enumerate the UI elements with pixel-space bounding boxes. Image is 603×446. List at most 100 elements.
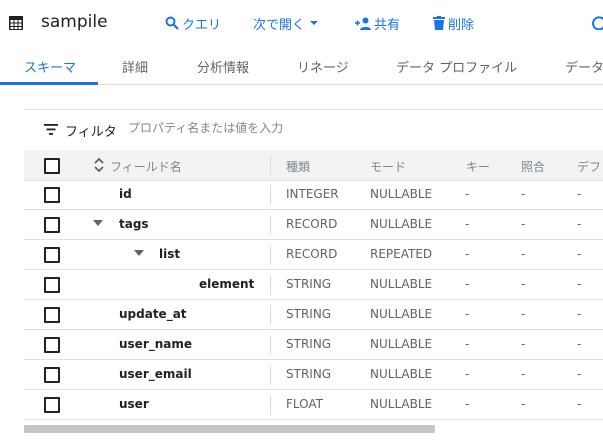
field-type: STRING: [286, 307, 332, 321]
column-header-field-name[interactable]: フィールド名: [110, 158, 182, 175]
field-type: FLOAT: [286, 397, 324, 411]
tab-data-quality[interactable]: データ: [565, 57, 603, 76]
field-mode: NULLABLE: [370, 397, 433, 411]
share-button[interactable]: 共有: [355, 14, 401, 33]
table-row: element STRING NULLABLE - - -: [24, 270, 603, 300]
field-name: update_at: [119, 307, 187, 321]
open-in-button-label: 次で開く: [253, 17, 306, 33]
table-row: user FLOAT NULLABLE - - -: [24, 390, 603, 420]
field-mode: NULLABLE: [370, 307, 433, 321]
query-button-label: クエリ: [182, 17, 222, 33]
section-divider: [24, 109, 603, 110]
field-name: user_name: [119, 337, 193, 351]
field-type: RECORD: [286, 247, 338, 261]
field-type: RECORD: [286, 217, 338, 231]
field-default: -: [577, 187, 582, 201]
sort-icon[interactable]: [94, 157, 104, 173]
horizontal-scrollbar[interactable]: [24, 425, 435, 433]
column-header-collation: 照合: [521, 160, 546, 174]
table-row: user_name STRING NULLABLE - - -: [24, 330, 603, 360]
field-name: user: [119, 397, 149, 411]
tab-details[interactable]: 詳細: [122, 57, 148, 76]
column-divider: [270, 185, 271, 205]
open-in-button[interactable]: 次で開く: [253, 14, 319, 33]
field-mode: NULLABLE: [370, 367, 433, 381]
active-tab-indicator: [0, 82, 98, 85]
field-collation: -: [521, 367, 526, 381]
field-collation: -: [521, 337, 526, 351]
trash-icon: [433, 16, 445, 30]
filter-label: フィルタ: [65, 125, 117, 140]
row-checkbox[interactable]: [44, 247, 60, 263]
table-header-bar: sampile クエリ 次で開く 共有 削除: [0, 0, 603, 46]
column-header-mode: モード: [370, 160, 407, 174]
field-default: -: [577, 247, 582, 261]
field-type: STRING: [286, 277, 332, 291]
row-checkbox[interactable]: [44, 307, 60, 323]
tab-data-profile[interactable]: データ プロファイル: [396, 57, 517, 76]
tab-lineage[interactable]: リネージ: [297, 57, 349, 76]
delete-button-label: 削除: [448, 17, 475, 33]
row-checkbox[interactable]: [44, 277, 60, 293]
field-key: -: [465, 307, 470, 321]
table-header-row: フィールド名 種類 モード キー 照合 デフ: [24, 150, 603, 181]
person-add-icon: [355, 17, 371, 30]
field-default: -: [577, 277, 582, 291]
tab-insights[interactable]: 分析情報: [197, 57, 249, 76]
field-name: tags: [119, 217, 149, 231]
column-divider: [270, 305, 271, 325]
field-collation: -: [521, 247, 526, 261]
refresh-icon[interactable]: [592, 16, 603, 30]
field-key: -: [465, 187, 470, 201]
tab-schema[interactable]: スキーマ: [24, 57, 76, 76]
column-divider: [270, 155, 271, 175]
table-row: id INTEGER NULLABLE - - -: [24, 180, 603, 210]
field-key: -: [465, 217, 470, 231]
tab-bar: スキーマ 詳細 分析情報 リネージ データ プロファイル データ: [0, 48, 603, 85]
field-key: -: [465, 367, 470, 381]
column-divider: [270, 215, 271, 235]
column-divider: [270, 245, 271, 265]
field-collation: -: [521, 397, 526, 411]
share-button-label: 共有: [374, 17, 401, 33]
dropdown-arrow-icon: [310, 21, 319, 25]
field-default: -: [577, 337, 582, 351]
field-collation: -: [521, 307, 526, 321]
table-row: update_at STRING NULLABLE - - -: [24, 300, 603, 330]
field-default: -: [577, 397, 582, 411]
field-mode: NULLABLE: [370, 277, 433, 291]
field-default: -: [577, 217, 582, 231]
row-checkbox[interactable]: [44, 187, 60, 203]
field-type: INTEGER: [286, 187, 339, 201]
field-name: list: [159, 247, 181, 261]
column-divider: [270, 275, 271, 295]
row-checkbox[interactable]: [44, 397, 60, 413]
field-default: -: [577, 307, 582, 321]
caret-down-icon[interactable]: [134, 250, 144, 256]
field-mode: NULLABLE: [370, 187, 433, 201]
search-icon: [165, 16, 179, 30]
field-key: -: [465, 337, 470, 351]
row-checkbox[interactable]: [44, 217, 60, 233]
field-type: STRING: [286, 367, 332, 381]
field-collation: -: [521, 187, 526, 201]
select-all-checkbox[interactable]: [44, 158, 60, 174]
table-icon: [9, 16, 23, 30]
query-button[interactable]: クエリ: [165, 14, 222, 33]
field-default: -: [577, 367, 582, 381]
filter-input[interactable]: [122, 117, 434, 139]
field-mode: NULLABLE: [370, 337, 433, 351]
field-mode: REPEATED: [370, 247, 433, 261]
column-header-type: 種類: [286, 160, 311, 174]
row-checkbox[interactable]: [44, 367, 60, 383]
row-checkbox[interactable]: [44, 337, 60, 353]
field-key: -: [465, 247, 470, 261]
column-header-default: デフ: [577, 160, 602, 174]
caret-down-icon[interactable]: [93, 220, 103, 226]
field-collation: -: [521, 217, 526, 231]
column-divider: [270, 335, 271, 355]
delete-button[interactable]: 削除: [433, 14, 475, 33]
table-row: user_email STRING NULLABLE - - -: [24, 360, 603, 390]
field-name: id: [119, 187, 132, 201]
field-mode: NULLABLE: [370, 217, 433, 231]
